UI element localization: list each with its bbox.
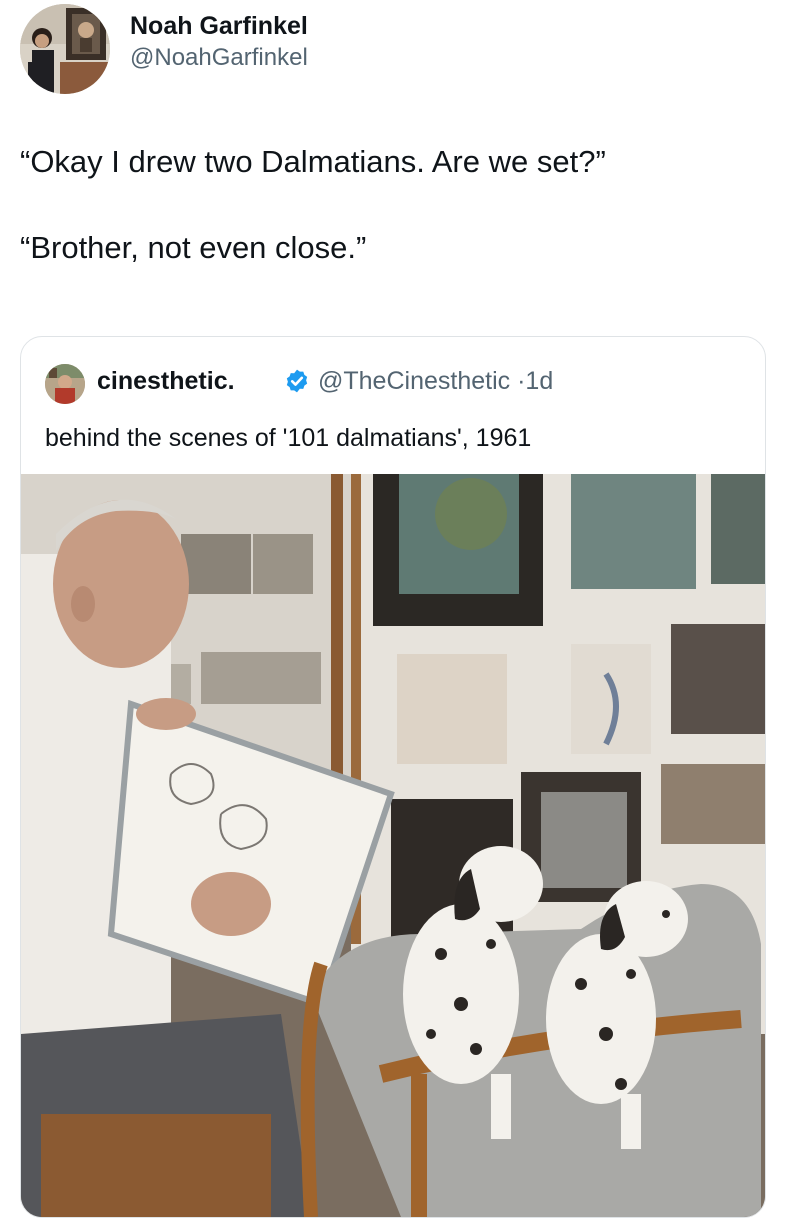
quoted-tweet-photo[interactable] xyxy=(21,474,765,1217)
quoted-author-avatar[interactable] xyxy=(45,364,85,404)
tweet-text-line: “Brother, not even close.” xyxy=(20,230,367,265)
quoted-tweet-card[interactable]: cinesthetic. @TheCinesthetic ·1d behind … xyxy=(20,336,766,1218)
quoted-tweet-timestamp[interactable]: 1d xyxy=(525,367,553,395)
quoted-tweet-meta: @TheCinesthetic ·1d xyxy=(318,367,553,396)
avatar-photo-icon xyxy=(45,364,85,404)
quoted-author-display-name[interactable]: cinesthetic. xyxy=(97,367,235,396)
tweet-author-row: Noah Garfinkel @NoahGarfinkel xyxy=(20,4,720,94)
dalmatians-photo-illustration xyxy=(21,474,765,1217)
verified-badge-icon xyxy=(286,369,308,393)
quoted-tweet-text: behind the scenes of '101 dalmatians', 1… xyxy=(45,424,532,452)
author-avatar[interactable] xyxy=(20,4,110,94)
avatar-photo-icon xyxy=(20,4,110,94)
tweet-text: “Okay I drew two Dalmatians. Are we set?… xyxy=(20,142,760,268)
author-display-name[interactable]: Noah Garfinkel xyxy=(130,10,308,42)
author-handle[interactable]: @NoahGarfinkel xyxy=(130,42,308,74)
quoted-author-handle[interactable]: @TheCinesthetic xyxy=(318,367,510,395)
tweet-text-line: “Okay I drew two Dalmatians. Are we set?… xyxy=(20,144,606,179)
quoted-tweet-header: cinesthetic. @TheCinesthetic ·1d xyxy=(45,363,745,404)
